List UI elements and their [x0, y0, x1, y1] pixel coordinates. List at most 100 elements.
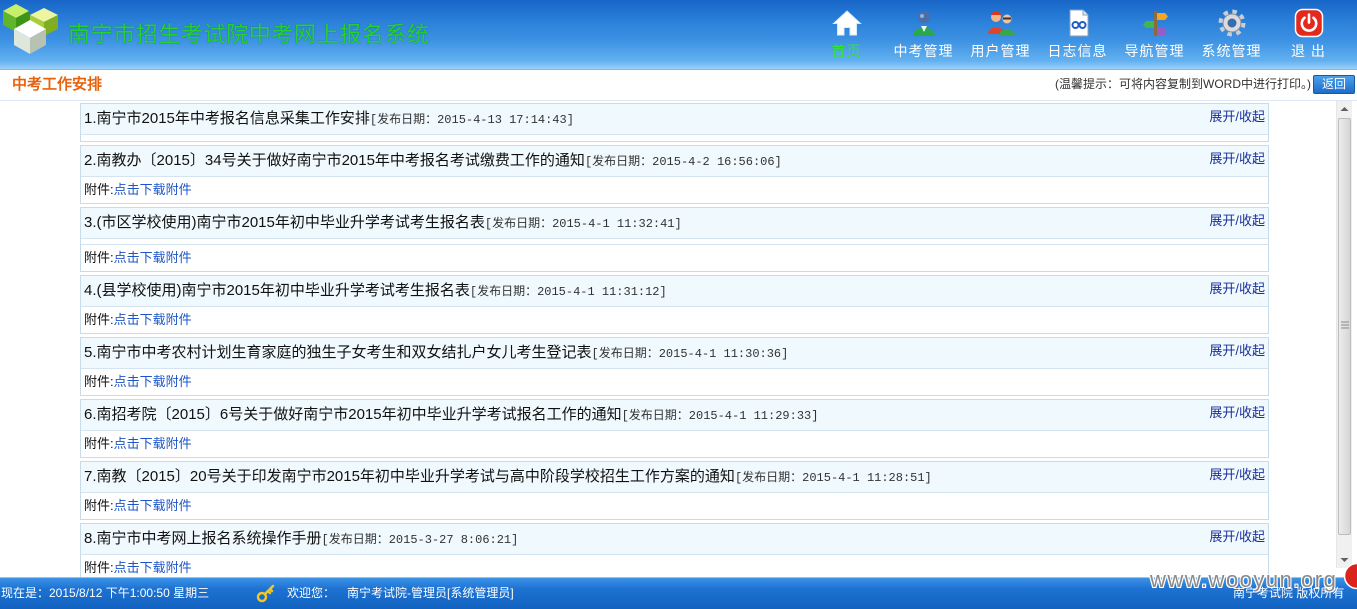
attachment-row: 附件:点击下载附件: [81, 307, 1268, 333]
notice-title-row: 1.南宁市2015年中考报名信息采集工作安排[发布日期：2015-4-13 17…: [81, 104, 1268, 135]
nav-label: 退 出: [1291, 43, 1326, 59]
download-attachment-link[interactable]: 点击下载附件: [114, 182, 192, 197]
logo-icon: [3, 4, 58, 54]
main-nav: 首页 中考管理 用户管理 日志信息 导航管理 系统管理 退 出: [808, 0, 1347, 70]
expand-collapse-link[interactable]: 展开/收起: [1209, 343, 1265, 359]
key-icon: [256, 584, 275, 603]
welcome-label: 欢迎您：: [287, 586, 336, 600]
expand-collapse-link[interactable]: 展开/收起: [1209, 467, 1265, 483]
section-bar: 中考工作安排 (温馨提示：可将内容复制到WORD中进行打印。) 返回: [0, 70, 1357, 101]
current-user: 南宁考试院-管理员[系统管理员]: [347, 586, 514, 600]
notice-title: 8.南宁市中考网上报名系统操作手册: [84, 530, 322, 547]
notice-item: 6.南招考院〔2015〕6号关于做好南宁市2015年初中毕业升学考试报名工作的通…: [80, 399, 1269, 458]
notice-title: 4.(县学校使用)南宁市2015年初中毕业升学考试考生报名表: [84, 282, 470, 299]
nav-item-exam-management[interactable]: 中考管理: [885, 0, 962, 70]
exam-user-icon: [912, 11, 935, 36]
notice-title: 1.南宁市2015年中考报名信息采集工作安排: [84, 110, 370, 127]
gear-icon: [1218, 9, 1245, 37]
vertical-scrollbar[interactable]: [1336, 101, 1352, 568]
download-attachment-link[interactable]: 点击下载附件: [114, 436, 192, 451]
notice-publish-date: [发布日期：2015-4-13 17:14:43]: [369, 113, 574, 127]
nav-item-navigation-management[interactable]: 导航管理: [1116, 0, 1193, 70]
nav-item-system-management[interactable]: 系统管理: [1193, 0, 1270, 70]
nav-label: 导航管理: [1124, 43, 1185, 59]
nav-item-logout[interactable]: 退 出: [1270, 0, 1347, 70]
scrollbar-thumb[interactable]: [1338, 118, 1351, 535]
back-button[interactable]: 返回: [1313, 75, 1355, 94]
notice-item: 3.(市区学校使用)南宁市2015年初中毕业升学考试考生报名表[发布日期：201…: [80, 207, 1269, 272]
notice-list: 1.南宁市2015年中考报名信息采集工作安排[发布日期：2015-4-13 17…: [80, 103, 1269, 577]
expand-collapse-link[interactable]: 展开/收起: [1209, 109, 1265, 125]
notice-publish-date: [发布日期：2015-4-1 11:28:51]: [734, 471, 932, 485]
attachment-row: 附件:点击下载附件: [81, 431, 1268, 457]
scroll-up-arrow-icon[interactable]: [1337, 101, 1352, 117]
download-attachment-link[interactable]: 点击下载附件: [114, 374, 192, 389]
notice-item: 7.南教〔2015〕20号关于印发南宁市2015年初中毕业升学考试与高中阶段学校…: [80, 461, 1269, 520]
expand-collapse-link[interactable]: 展开/收起: [1209, 529, 1265, 545]
notice-item: 2.南教办〔2015〕34号关于做好南宁市2015年中考报名考试缴费工作的通知[…: [80, 145, 1269, 204]
content-area: 1.南宁市2015年中考报名信息采集工作安排[发布日期：2015-4-13 17…: [0, 101, 1336, 577]
notice-publish-date: [发布日期：2015-4-2 16:56:06]: [584, 155, 782, 169]
notice-title-row: 2.南教办〔2015〕34号关于做好南宁市2015年中考报名考试缴费工作的通知[…: [81, 146, 1268, 177]
download-attachment-link[interactable]: 点击下载附件: [114, 560, 192, 575]
download-attachment-link[interactable]: 点击下载附件: [114, 250, 192, 265]
grip-lines-icon: [1341, 321, 1349, 329]
users-icon: [987, 11, 1015, 36]
expand-collapse-link[interactable]: 展开/收起: [1209, 213, 1265, 229]
notice-item: 8.南宁市中考网上报名系统操作手册[发布日期：2015-3-27 8:06:21…: [80, 523, 1269, 577]
attachment-label: 附件:: [84, 498, 114, 513]
notice-title-row: 7.南教〔2015〕20号关于印发南宁市2015年初中毕业升学考试与高中阶段学校…: [81, 462, 1268, 493]
app-title: 南宁市招生考试院中考网上报名系统: [68, 22, 430, 47]
notice-publish-date: [发布日期：2015-4-1 11:30:36]: [591, 347, 789, 361]
section-title: 中考工作安排: [12, 76, 103, 93]
notice-body: [81, 135, 1268, 141]
attachment-row: 附件:点击下载附件: [81, 245, 1268, 271]
notice-item: 4.(县学校使用)南宁市2015年初中毕业升学考试考生报名表[发布日期：2015…: [80, 275, 1269, 334]
red-badge-icon: [1343, 562, 1357, 590]
app-window: 南宁市招生考试院中考网上报名系统 首页 中考管理 用户管理 日志信息 导航管理 …: [0, 0, 1357, 609]
notice-title: 5.南宁市中考农村计划生育家庭的独生子女考生和双女结扎户女儿考生登记表: [84, 344, 592, 361]
log-document-icon: [1069, 9, 1088, 37]
notice-title-row: 3.(市区学校使用)南宁市2015年初中毕业升学考试考生报名表[发布日期：201…: [81, 208, 1268, 239]
top-header: 南宁市招生考试院中考网上报名系统 首页 中考管理 用户管理 日志信息 导航管理 …: [0, 0, 1357, 70]
nav-label: 首页: [831, 43, 862, 59]
notice-title: 3.(市区学校使用)南宁市2015年初中毕业升学考试考生报名表: [84, 214, 485, 231]
notice-item: 5.南宁市中考农村计划生育家庭的独生子女考生和双女结扎户女儿考生登记表[发布日期…: [80, 337, 1269, 396]
attachment-label: 附件:: [84, 560, 114, 575]
signpost-icon: [1142, 11, 1168, 36]
print-hint: (温馨提示：可将内容复制到WORD中进行打印。): [1055, 77, 1311, 91]
attachment-row: 附件:点击下载附件: [81, 555, 1268, 577]
attachment-row: 附件:点击下载附件: [81, 493, 1268, 519]
attachment-label: 附件:: [84, 312, 114, 327]
notice-publish-date: [发布日期：2015-4-1 11:29:33]: [621, 409, 819, 423]
attachment-row: 附件:点击下载附件: [81, 177, 1268, 203]
home-icon: [831, 10, 862, 36]
notice-title-row: 8.南宁市中考网上报名系统操作手册[发布日期：2015-3-27 8:06:21…: [81, 524, 1268, 555]
download-attachment-link[interactable]: 点击下载附件: [114, 498, 192, 513]
download-attachment-link[interactable]: 点击下载附件: [114, 312, 192, 327]
notice-publish-date: [发布日期：2015-4-1 11:31:12]: [469, 285, 667, 299]
nav-item-log-info[interactable]: 日志信息: [1039, 0, 1116, 70]
watermark: www.wooyun.org: [1150, 567, 1338, 592]
expand-collapse-link[interactable]: 展开/收起: [1209, 151, 1265, 167]
expand-collapse-link[interactable]: 展开/收起: [1209, 281, 1265, 297]
nav-label: 用户管理: [970, 43, 1031, 59]
attachment-row: 附件:点击下载附件: [81, 369, 1268, 395]
current-datetime: 现在是：2015/8/12 下午1:00:50 星期三: [1, 586, 210, 600]
nav-item-home[interactable]: 首页: [808, 0, 885, 70]
power-icon: [1294, 8, 1323, 38]
notice-title-row: 4.(县学校使用)南宁市2015年初中毕业升学考试考生报名表[发布日期：2015…: [81, 276, 1268, 307]
nav-item-user-management[interactable]: 用户管理: [962, 0, 1039, 70]
attachment-label: 附件:: [84, 182, 114, 197]
attachment-label: 附件:: [84, 436, 114, 451]
attachment-label: 附件:: [84, 374, 114, 389]
expand-collapse-link[interactable]: 展开/收起: [1209, 405, 1265, 421]
nav-label: 系统管理: [1201, 43, 1262, 59]
notice-publish-date: [发布日期：2015-4-1 11:32:41]: [484, 217, 682, 231]
notice-publish-date: [发布日期：2015-3-27 8:06:21]: [321, 533, 519, 547]
notice-title: 2.南教办〔2015〕34号关于做好南宁市2015年中考报名考试缴费工作的通知: [84, 152, 585, 169]
notice-title: 6.南招考院〔2015〕6号关于做好南宁市2015年初中毕业升学考试报名工作的通…: [84, 406, 622, 423]
nav-label: 日志信息: [1047, 43, 1108, 59]
notice-title-row: 6.南招考院〔2015〕6号关于做好南宁市2015年初中毕业升学考试报名工作的通…: [81, 400, 1268, 431]
notice-title-row: 5.南宁市中考农村计划生育家庭的独生子女考生和双女结扎户女儿考生登记表[发布日期…: [81, 338, 1268, 369]
